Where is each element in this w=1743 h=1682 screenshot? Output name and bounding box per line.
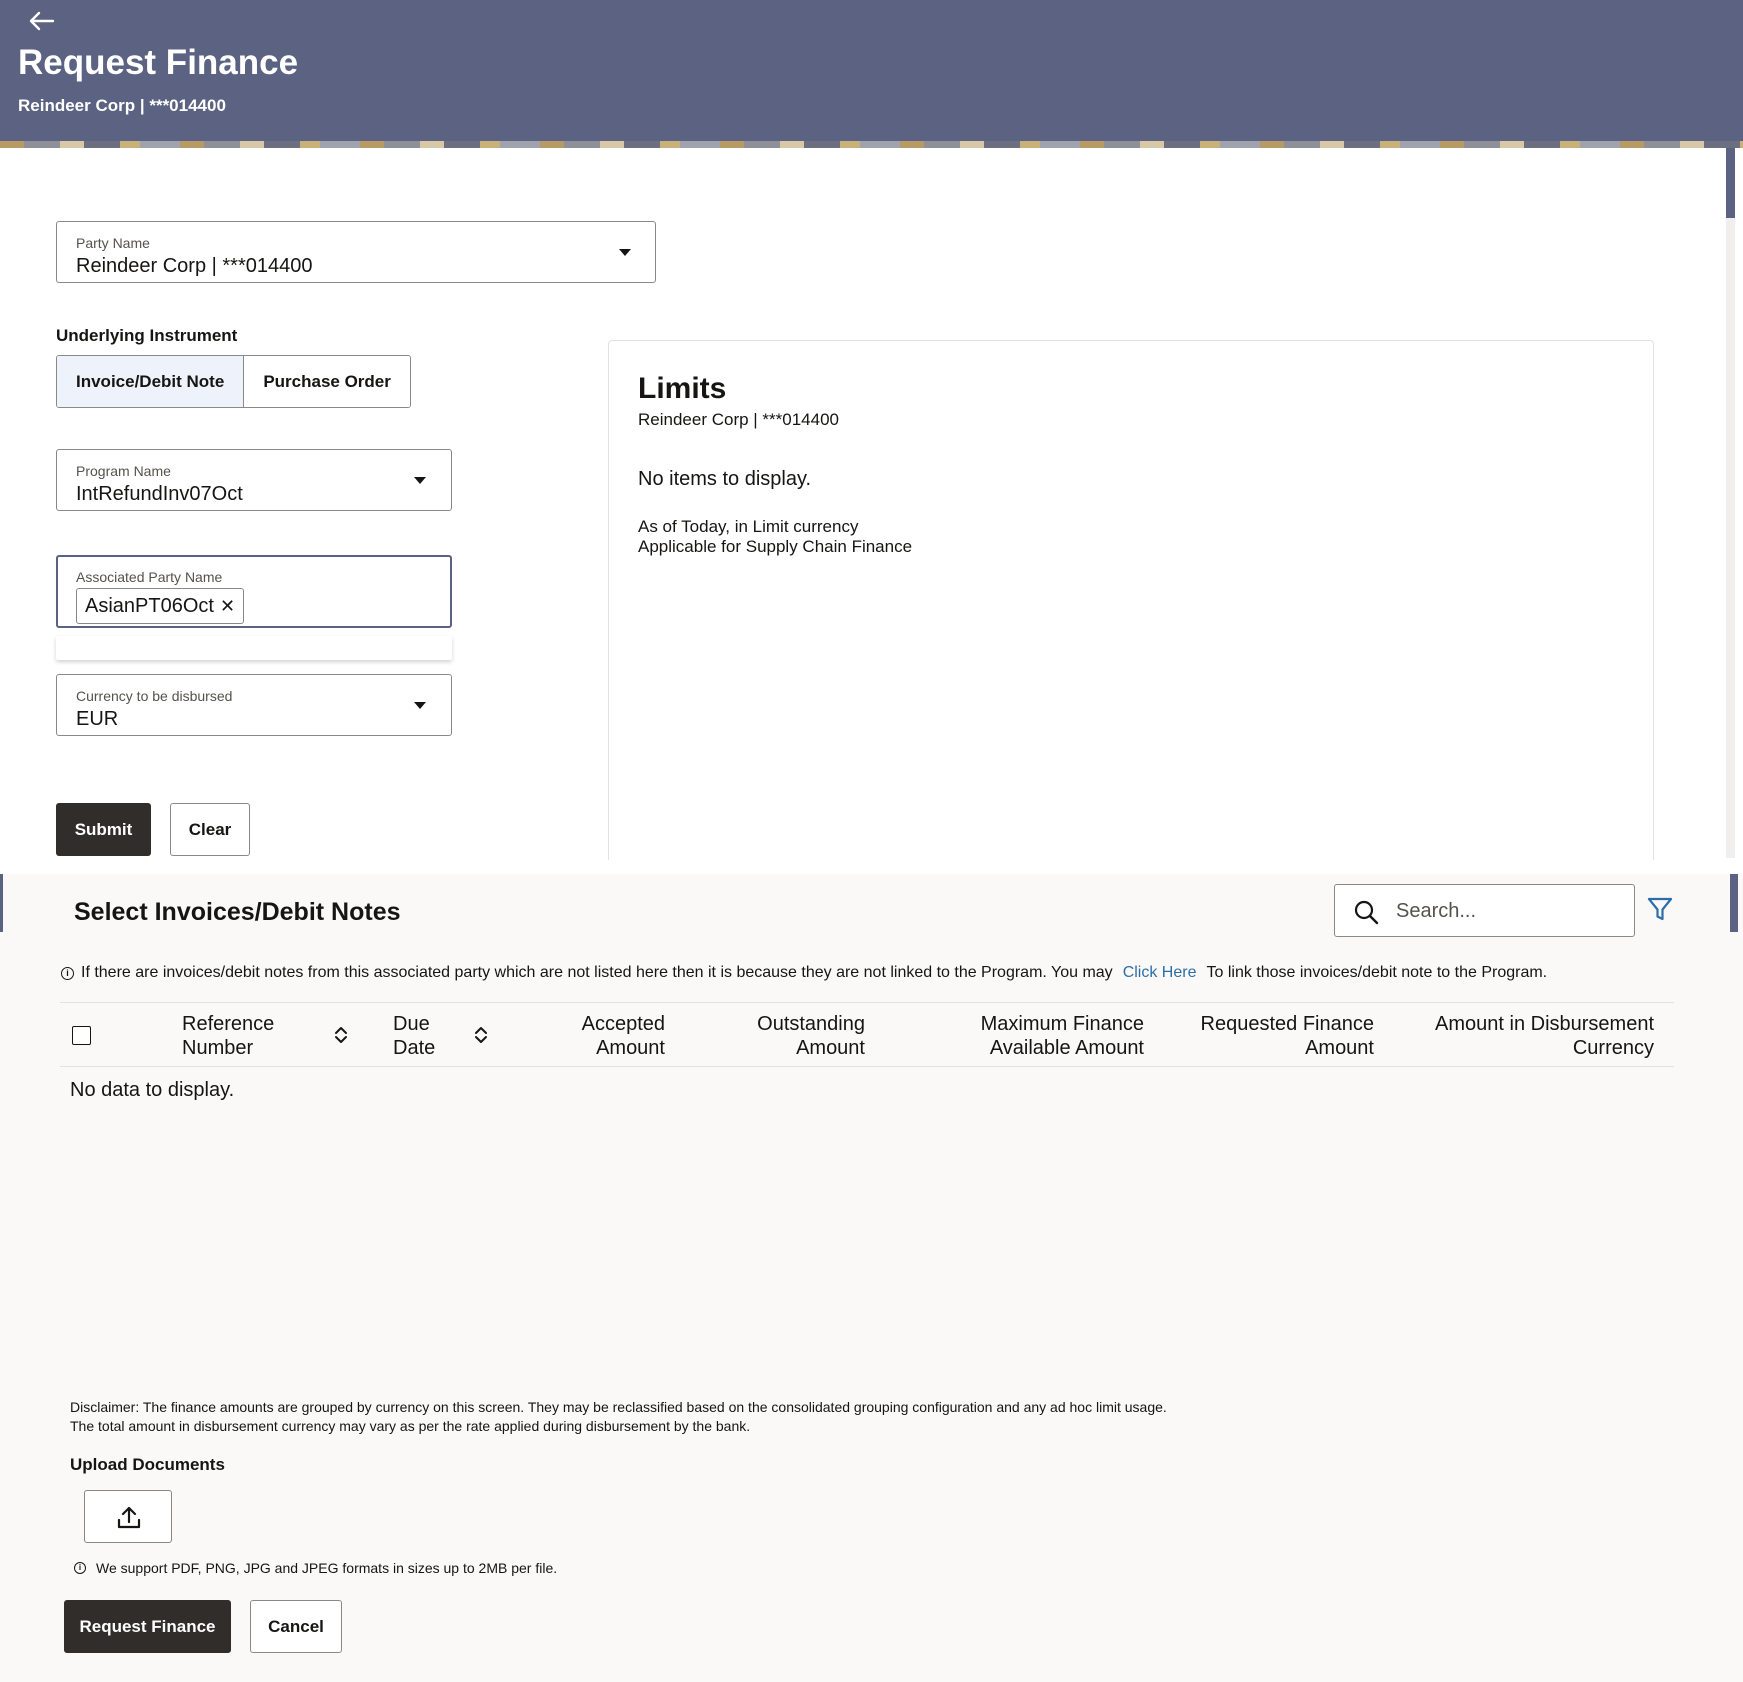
search-input[interactable] [1396, 893, 1624, 929]
back-arrow-icon[interactable] [26, 8, 56, 34]
column-header-disbursement-amount: Amount in Disbursement Currency [1435, 1013, 1654, 1059]
column-header-accepted-amount: Accepted Amount [581, 1013, 665, 1059]
currency-label: Currency to be disbursed [76, 688, 233, 704]
scrollbar-thumb[interactable] [1730, 874, 1738, 932]
submit-button[interactable]: Submit [56, 803, 151, 856]
info-icon: i [74, 1562, 86, 1574]
page-title: Request Finance [18, 43, 299, 82]
info-suffix: To link those invoices/debit note to the… [1206, 964, 1548, 981]
table-empty-message: No data to display. [70, 1079, 235, 1101]
associated-party-input[interactable]: Associated Party Name AsianPT06Oct ✕ [56, 555, 452, 628]
underlying-instrument-label: Underlying Instrument [56, 326, 238, 345]
upload-icon [117, 1506, 141, 1529]
header-decoration [0, 141, 1743, 148]
sort-icon[interactable] [334, 1025, 348, 1045]
cancel-button[interactable]: Cancel [250, 1600, 342, 1653]
column-header-reference-number[interactable]: Reference Number [182, 1012, 274, 1060]
toggle-invoice-debit-note[interactable]: Invoice/Debit Note [57, 356, 245, 407]
underlying-instrument-toggle: Invoice/Debit Note Purchase Order [56, 355, 411, 408]
toggle-purchase-order[interactable]: Purchase Order [244, 356, 410, 407]
clear-button[interactable]: Clear [170, 803, 250, 856]
disclaimer-text: The total amount in disbursement currenc… [70, 1418, 751, 1434]
page-subtitle: Reindeer Corp | ***014400 [18, 96, 226, 115]
sort-icon[interactable] [474, 1025, 488, 1045]
party-name-select[interactable]: Party Name Reindeer Corp | ***014400 [56, 221, 656, 283]
section-accent [0, 874, 3, 932]
chevron-down-icon[interactable] [414, 477, 426, 484]
column-header-requested-finance: Requested Finance Amount [1200, 1013, 1374, 1059]
column-header-outstanding-amount: Outstanding Amount [757, 1013, 865, 1059]
search-icon [1354, 900, 1379, 925]
program-name-value: IntRefundInv07Oct [76, 483, 243, 505]
request-finance-button[interactable]: Request Finance [64, 1600, 231, 1653]
currency-select[interactable]: Currency to be disbursed EUR [56, 674, 452, 736]
invoices-title: Select Invoices/Debit Notes [74, 898, 401, 926]
table-header: Reference Number Due Date Accepted Amoun… [60, 1002, 1674, 1067]
associated-party-dropdown [56, 636, 452, 660]
associated-party-label: Associated Party Name [76, 569, 223, 585]
limits-title: Limits [638, 372, 727, 405]
search-box [1334, 884, 1635, 937]
currency-value: EUR [76, 708, 119, 730]
program-name-select[interactable]: Program Name IntRefundInv07Oct [56, 449, 452, 511]
click-here-link[interactable]: Click Here [1123, 964, 1197, 982]
column-header-due-date[interactable]: Due Date [393, 1012, 435, 1060]
chip-label: AsianPT06Oct [85, 594, 214, 617]
disclaimer-text: Disclaimer: The finance amounts are grou… [70, 1399, 1167, 1415]
chevron-down-icon[interactable] [619, 249, 631, 256]
associated-party-chip: AsianPT06Oct ✕ [76, 588, 245, 624]
program-name-label: Program Name [76, 463, 171, 479]
limits-panel: Limits Reindeer Corp | ***014400 No item… [608, 340, 1654, 860]
close-icon[interactable]: ✕ [220, 597, 235, 615]
column-header-maximum-finance: Maximum Finance Available Amount [980, 1013, 1144, 1059]
scrollbar-thumb[interactable] [1726, 148, 1735, 218]
filter-icon[interactable] [1646, 895, 1674, 923]
page-header: Request Finance Reindeer Corp | ***01440… [0, 0, 1743, 148]
info-text: If there are invoices/debit notes from t… [81, 964, 1113, 981]
limits-note: Applicable for Supply Chain Finance [638, 537, 913, 556]
limits-subtitle: Reindeer Corp | ***014400 [638, 410, 839, 429]
limits-empty-message: No items to display. [638, 468, 812, 490]
party-name-label: Party Name [76, 235, 150, 251]
upload-button[interactable] [84, 1490, 172, 1543]
info-icon: i [61, 966, 74, 980]
info-message: i If there are invoices/debit notes from… [61, 964, 1547, 982]
party-name-value: Reindeer Corp | ***014400 [76, 255, 313, 277]
limits-note: As of Today, in Limit currency [638, 517, 859, 536]
upload-support-note: i We support PDF, PNG, JPG and JPEG form… [74, 1560, 557, 1576]
chevron-down-icon[interactable] [414, 702, 426, 709]
upload-documents-label: Upload Documents [70, 1455, 225, 1474]
scrollbar-track [1726, 218, 1735, 858]
support-text: We support PDF, PNG, JPG and JPEG format… [96, 1560, 558, 1576]
select-all-checkbox[interactable] [72, 1026, 91, 1045]
